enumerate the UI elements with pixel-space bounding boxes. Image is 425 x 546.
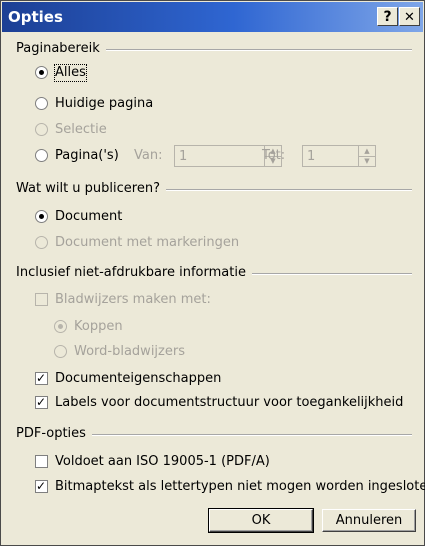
checkbox-label: Documenteigenschappen: [55, 371, 222, 386]
close-button[interactable]: ✕: [399, 7, 420, 26]
section-page-range: Paginabereik: [16, 41, 412, 57]
help-button[interactable]: ?: [377, 7, 398, 26]
radio-indicator[interactable]: [35, 236, 48, 249]
checkbox-indicator[interactable]: [35, 293, 48, 306]
radio-indicator[interactable]: [35, 97, 48, 110]
checkbox-label: Voldoet aan ISO 19005-1 (PDF/A): [55, 454, 270, 469]
from-value: 1: [179, 149, 188, 164]
checkbox-indicator[interactable]: [35, 455, 48, 468]
radio-label: Alles: [54, 64, 87, 82]
radio-label: Huidige pagina: [55, 96, 154, 111]
radio-indicator[interactable]: [54, 345, 67, 358]
radio-indicator[interactable]: [35, 123, 48, 136]
radio-label: Pagina('s): [55, 148, 119, 163]
from-label: Van:: [134, 148, 163, 163]
section-nonprint: Inclusief niet-afdrukbare informatie: [16, 265, 412, 281]
checkbox-indicator[interactable]: [35, 370, 48, 386]
spin-down-icon[interactable]: ▼: [359, 156, 375, 166]
to-value: 1: [307, 149, 316, 164]
section-label: Wat wilt u publiceren?: [16, 181, 166, 196]
checkbox-label: Bitmaptekst als lettertypen niet mogen w…: [55, 479, 425, 494]
ok-button[interactable]: OK: [208, 508, 314, 533]
section-label: Inclusief niet-afdrukbare informatie: [16, 265, 252, 280]
checkbox-indicator[interactable]: [35, 478, 48, 494]
section-pdf: PDF-opties: [16, 426, 412, 442]
options-dialog: Opties ? ✕ Paginabereik Alles Huidige pa…: [0, 0, 425, 546]
radio-indicator[interactable]: [35, 66, 48, 79]
cancel-button[interactable]: Annuleren: [322, 509, 416, 532]
to-label: Tot:: [262, 148, 286, 163]
checkbox-label: Bladwijzers maken met:: [55, 292, 211, 307]
section-publish: Wat wilt u publiceren?: [16, 181, 412, 197]
radio-label: Document: [55, 209, 123, 224]
dialog-title: Opties: [8, 8, 63, 26]
radio-indicator[interactable]: [35, 210, 48, 223]
radio-indicator[interactable]: [54, 320, 67, 333]
to-spinner[interactable]: 1 ▲ ▼: [302, 145, 376, 167]
radio-label: Word-bladwijzers: [74, 344, 185, 359]
radio-indicator[interactable]: [35, 149, 48, 162]
checkbox-label: Labels voor documentstructuur voor toega…: [55, 395, 404, 410]
title-bar[interactable]: Opties ? ✕: [2, 2, 423, 32]
section-label: Paginabereik: [16, 41, 106, 56]
radio-label: Koppen: [74, 319, 123, 334]
section-label: PDF-opties: [16, 426, 92, 441]
radio-label: Selectie: [55, 122, 107, 137]
checkbox-indicator[interactable]: [35, 394, 48, 410]
radio-label: Document met markeringen: [55, 235, 240, 250]
